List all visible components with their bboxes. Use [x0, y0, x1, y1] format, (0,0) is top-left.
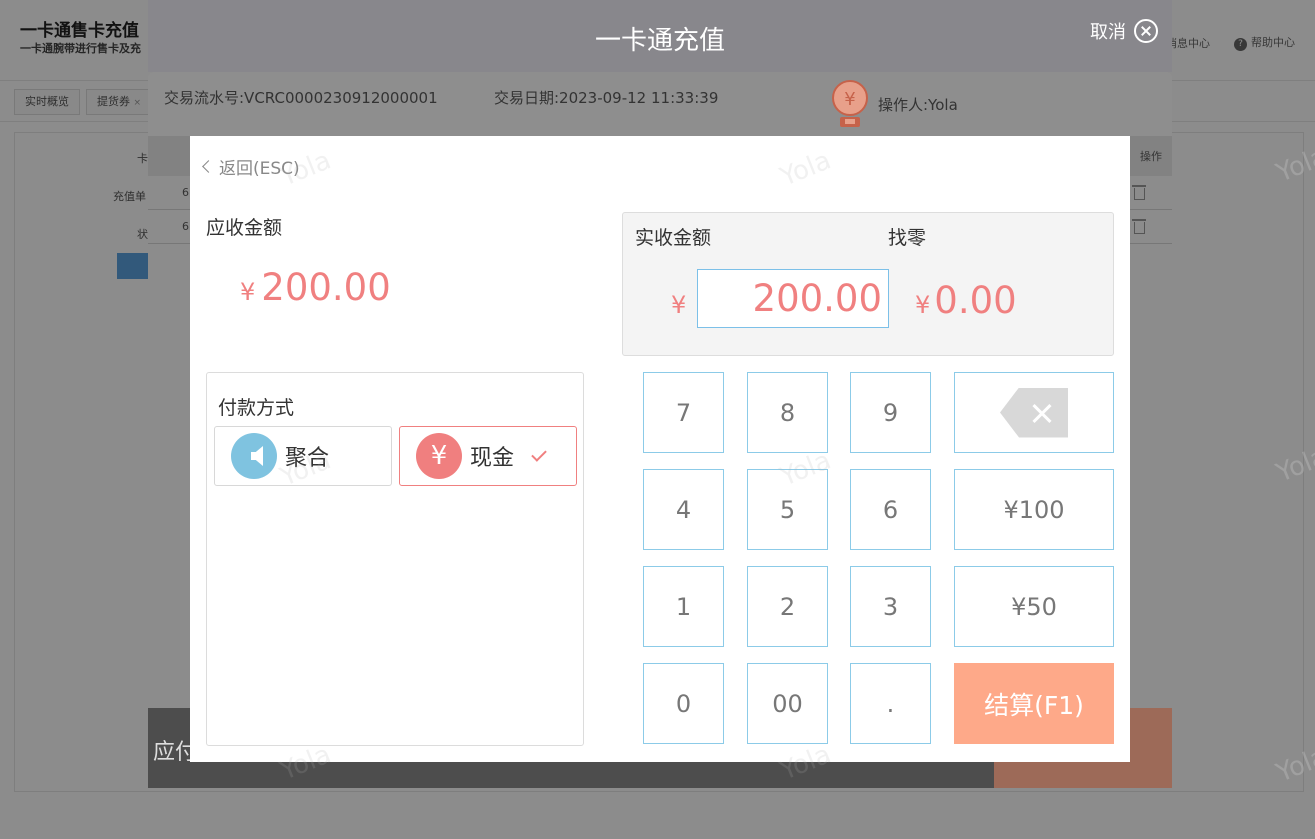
payment-option-aggregate[interactable]: 聚合 — [214, 426, 392, 486]
key-00[interactable]: 00 — [747, 663, 828, 744]
recharge-title: 一卡通充值 — [594, 26, 725, 56]
key-100[interactable]: ¥100 — [954, 469, 1114, 550]
key-50[interactable]: ¥50 — [954, 566, 1114, 647]
trash-icon[interactable] — [1132, 219, 1146, 234]
change-label: 找零 — [888, 227, 927, 249]
key-6[interactable]: 6 — [850, 469, 931, 550]
currency-symbol: ¥ — [671, 291, 687, 319]
currency-symbol: ¥ — [240, 278, 256, 306]
key-5[interactable]: 5 — [747, 469, 828, 550]
back-button[interactable]: 返回(ESC) — [202, 154, 300, 179]
speaker-icon — [231, 433, 277, 479]
row-value: 6 — [182, 186, 189, 199]
cashier-icon: ¥ — [832, 80, 868, 127]
trash-icon[interactable] — [1132, 185, 1146, 200]
transaction-info: 交易流水号:VCRC0000230912000001 交易日期:2023-09-… — [148, 72, 1172, 136]
backspace-key[interactable] — [954, 372, 1114, 453]
received-panel: 实收金额 找零 ¥ ¥ 0.00 — [622, 212, 1114, 356]
yuan-icon: ¥ — [416, 433, 462, 479]
key-1[interactable]: 1 — [643, 566, 724, 647]
received-amount-label: 实收金额 — [635, 227, 712, 249]
received-amount-input[interactable] — [697, 269, 889, 328]
payment-methods-title: 付款方式 — [218, 397, 295, 419]
change-amount: ¥ 0.00 — [915, 279, 1017, 322]
svg-text:¥: ¥ — [844, 89, 855, 110]
key-2[interactable]: 2 — [747, 566, 828, 647]
key-7[interactable]: 7 — [643, 372, 724, 453]
amount-due: ¥ 200.00 — [240, 266, 391, 309]
close-circle-icon — [1134, 19, 1158, 43]
payment-methods: 付款方式 聚合 ¥ 现金 — [206, 372, 584, 746]
currency-symbol: ¥ — [915, 291, 931, 319]
cancel-button[interactable]: 取消 — [1090, 18, 1158, 44]
change-amount-value: 0.00 — [934, 279, 1017, 322]
payment-option-label: 现金 — [470, 446, 515, 471]
key-9[interactable]: 9 — [850, 372, 931, 453]
amount-due-label: 应收金额 — [206, 217, 283, 239]
back-label: 返回(ESC) — [219, 159, 300, 179]
table-header-operation: 操作 — [1140, 150, 1162, 163]
key-4[interactable]: 4 — [643, 469, 724, 550]
recharge-header: 一卡通充值 取消 — [148, 0, 1172, 72]
chevron-left-icon — [202, 160, 215, 173]
serial-number: 交易流水号:VCRC0000230912000001 — [164, 89, 438, 107]
row-value: 6 — [182, 220, 189, 233]
backspace-icon — [1000, 387, 1068, 438]
key-3[interactable]: 3 — [850, 566, 931, 647]
transaction-date: 交易日期:2023-09-12 11:33:39 — [494, 89, 719, 107]
cancel-label: 取消 — [1090, 22, 1126, 43]
key-8[interactable]: 8 — [747, 372, 828, 453]
watermark: Yola — [776, 145, 836, 193]
payment-modal: 返回(ESC) 应收金额 ¥ 200.00 付款方式 聚合 ¥ 现金 实收金额 … — [190, 136, 1130, 787]
payment-option-label: 聚合 — [285, 446, 330, 471]
settle-button[interactable]: 结算(F1) — [954, 663, 1114, 744]
operator-label: 操作人:Yola — [878, 96, 958, 114]
key-dot[interactable]: . — [850, 663, 931, 744]
amount-due-value: 200.00 — [261, 266, 391, 309]
payment-option-cash[interactable]: ¥ 现金 — [399, 426, 577, 486]
key-0[interactable]: 0 — [643, 663, 724, 744]
check-icon — [531, 446, 547, 462]
